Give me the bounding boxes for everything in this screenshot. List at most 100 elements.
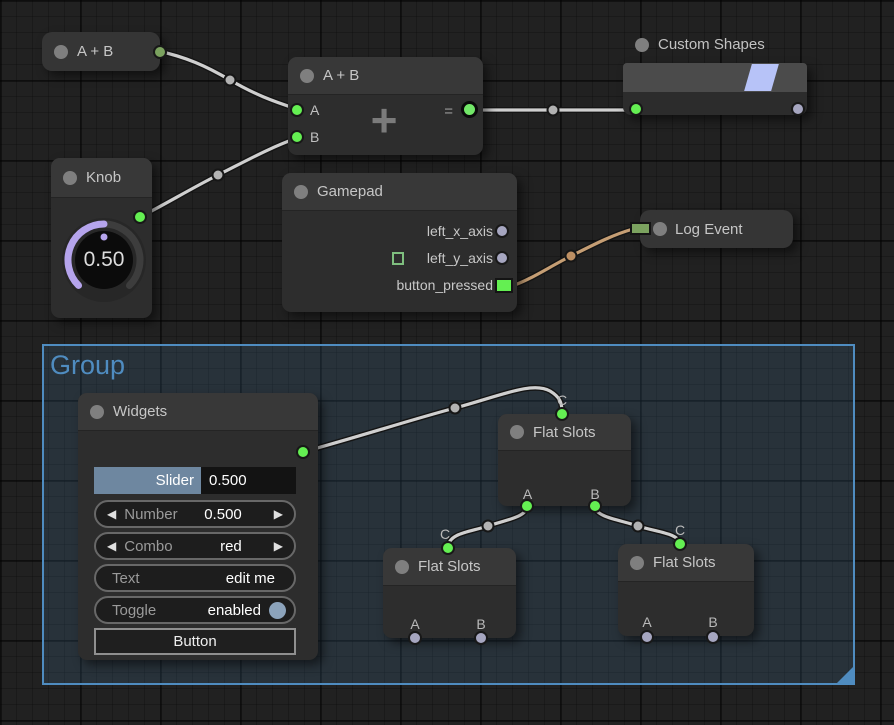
number-label: Number [124, 506, 204, 523]
node-title-bar[interactable]: Knob [51, 158, 152, 198]
output-slot[interactable] [153, 45, 167, 59]
reroute-dot[interactable] [225, 75, 236, 86]
slot-label-a: A [410, 616, 419, 632]
node-collapse-dot-icon[interactable] [630, 556, 644, 570]
node-title-bar[interactable]: Flat Slots [618, 544, 754, 582]
slider-value: 0.500 [201, 467, 296, 494]
node-flat-slots-left[interactable]: C Flat Slots A B [383, 548, 516, 638]
node-collapse-dot-icon[interactable] [510, 425, 524, 439]
output-slot-left-y-axis[interactable] [495, 251, 509, 265]
node-collapse-dot-icon[interactable] [294, 185, 308, 199]
output-slot-b[interactable] [474, 631, 488, 645]
combo-widget[interactable]: ◀ Combo red ▶ [94, 532, 296, 560]
node-log-event[interactable]: Log Event [640, 210, 793, 248]
combo-label: Combo [124, 538, 220, 555]
node-collapse-dot-icon[interactable] [300, 69, 314, 83]
slider-label: Slider [156, 472, 194, 489]
reroute-dot[interactable] [483, 521, 494, 532]
output-slot-result[interactable] [461, 101, 478, 118]
output-slot-a[interactable] [640, 630, 654, 644]
toggle-widget[interactable]: Toggle enabled [94, 596, 296, 624]
output-slot[interactable] [296, 445, 310, 459]
node-title-bar[interactable]: Gamepad [282, 173, 517, 211]
group-resize-handle[interactable] [837, 667, 853, 683]
slot-label-c: C [557, 392, 567, 408]
number-value: 0.500 [204, 506, 242, 523]
node-title-label: Flat Slots [653, 554, 716, 571]
output-slot-left-x-axis[interactable] [495, 224, 509, 238]
node-collapse-dot-icon[interactable] [54, 45, 68, 59]
toggle-label: Toggle [112, 602, 208, 619]
node-custom-shapes[interactable]: Custom Shapes [623, 63, 807, 115]
node-title-label: A + B [323, 67, 359, 84]
node-collapse-dot-icon[interactable] [653, 222, 667, 236]
output-label-left-x-axis: left_x_axis [427, 223, 493, 239]
output-slot-b[interactable] [706, 630, 720, 644]
node-title-bar[interactable]: A + B [288, 57, 483, 95]
toggle-value: enabled [208, 602, 261, 619]
node-knob[interactable]: Knob 0.50 [51, 158, 152, 318]
slot-label-c: C [675, 522, 685, 538]
text-value: edit me [226, 570, 275, 587]
slider-widget[interactable]: Slider 0.500 [94, 467, 296, 494]
input-slot[interactable] [629, 102, 643, 116]
node-title-bar[interactable]: Widgets [78, 393, 318, 431]
arrow-right-icon[interactable]: ▶ [274, 507, 283, 521]
node-collapse-dot-icon[interactable] [63, 171, 77, 185]
node-title-label: Log Event [675, 221, 743, 238]
slot-label-b: B [476, 616, 485, 632]
node-title-label: Custom Shapes [658, 36, 765, 53]
output-label: = [444, 103, 453, 120]
button-label: Button [173, 633, 216, 650]
input-label-a: A [310, 102, 319, 118]
arrow-left-icon[interactable]: ◀ [107, 539, 116, 553]
slot-label-b: B [708, 614, 717, 630]
combo-value: red [220, 538, 242, 555]
output-label-button-pressed: button_pressed [396, 277, 493, 293]
output-slot[interactable] [791, 102, 805, 116]
output-slot-a[interactable] [520, 499, 534, 513]
node-title-bar[interactable]: Custom Shapes [635, 36, 765, 53]
output-slot-button-pressed[interactable] [495, 278, 513, 293]
input-label-b: B [310, 129, 319, 145]
number-widget[interactable]: ◀ Number 0.500 ▶ [94, 500, 296, 528]
button-widget[interactable]: Button [94, 628, 296, 655]
plus-icon: + [371, 93, 398, 147]
input-slot-c[interactable] [441, 541, 455, 555]
arrow-right-icon[interactable]: ▶ [274, 539, 283, 553]
node-flat-slots-top[interactable]: C Flat Slots A B [498, 414, 631, 506]
input-slot-c[interactable] [555, 407, 569, 421]
slot-label-a: A [642, 614, 651, 630]
node-flat-slots-right[interactable]: C Flat Slots A B [618, 544, 754, 636]
node-add[interactable]: A + B A B + = [288, 57, 483, 155]
node-title-label: Gamepad [317, 183, 383, 200]
input-slot-a[interactable] [290, 103, 304, 117]
slider-fill[interactable]: Slider [94, 467, 201, 494]
output-label-left-y-axis: left_y_axis [427, 250, 493, 266]
text-widget[interactable]: Text edit me [94, 564, 296, 592]
output-slot-b[interactable] [588, 499, 602, 513]
group-title: Group [50, 350, 125, 381]
node-widgets[interactable]: Widgets Slider 0.500 ◀ Number 0.500 ▶ ◀ … [78, 393, 318, 660]
node-gamepad[interactable]: Gamepad left_x_axis left_y_axis button_p… [282, 173, 517, 312]
node-editor-canvas[interactable]: Group A + B A + B [0, 0, 894, 725]
input-slot-b[interactable] [290, 130, 304, 144]
node-title-label: Widgets [113, 403, 167, 420]
arrow-left-icon[interactable]: ◀ [107, 507, 116, 521]
event-input-slot[interactable] [630, 222, 651, 235]
reroute-dot[interactable] [213, 170, 224, 181]
node-add-collapsed[interactable]: A + B [42, 32, 160, 71]
node-collapse-dot-icon[interactable] [395, 560, 409, 574]
node-collapse-dot-icon[interactable] [90, 405, 104, 419]
input-slot-c[interactable] [673, 537, 687, 551]
reroute-dot[interactable] [566, 251, 577, 262]
toggle-knob-icon[interactable] [269, 602, 286, 619]
node-collapse-dot-icon[interactable] [635, 38, 649, 52]
knob-value: 0.50 [54, 210, 154, 310]
reroute-dot[interactable] [633, 521, 644, 532]
node-title-label: Flat Slots [533, 424, 596, 441]
reroute-dot[interactable] [450, 403, 461, 414]
node-title-label: Knob [86, 169, 121, 186]
reroute-dot[interactable] [548, 105, 559, 116]
output-slot-a[interactable] [408, 631, 422, 645]
